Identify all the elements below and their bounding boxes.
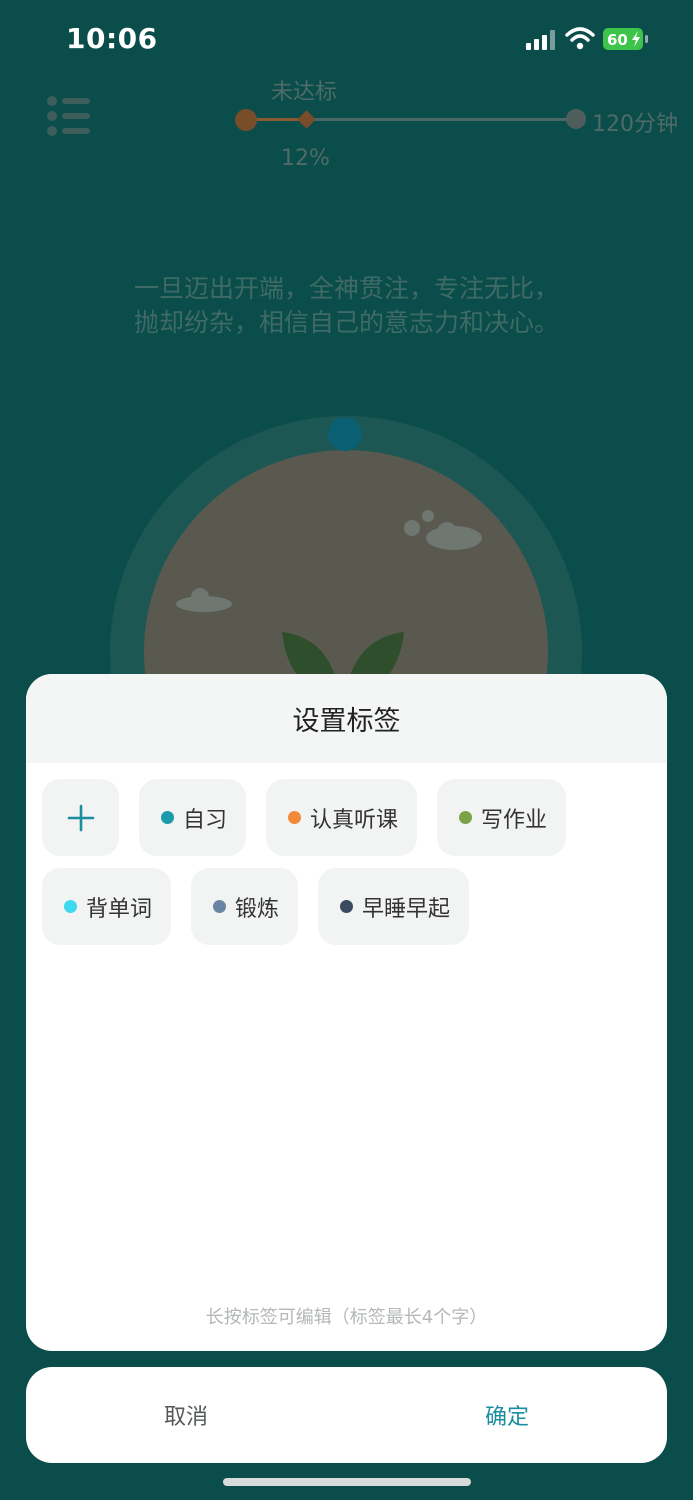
tag-item[interactable]: 自习 <box>139 779 247 856</box>
tag-color-dot <box>288 811 302 824</box>
tag-color-dot <box>161 811 174 824</box>
quote-line: 抛却纷杂，相信自己的意志力和决心。 <box>133 308 559 337</box>
wifi-icon <box>565 27 595 50</box>
modal-header: 设置标签 <box>26 674 667 763</box>
home-indicator[interactable] <box>223 1478 471 1486</box>
progress-marker <box>297 110 316 129</box>
tag-label: 认真听课 <box>310 807 399 833</box>
tag-label: 自习 <box>183 807 228 833</box>
tag-color-dot <box>459 811 473 824</box>
modal-hint: 长按标签可编辑（标签最长4个字） <box>205 1307 488 1328</box>
progress-target: 120分钟 <box>592 112 678 137</box>
cloud-icon <box>404 510 482 550</box>
status-bar: 10:06 60 <box>0 0 693 80</box>
cancel-button[interactable]: 取消 <box>26 1367 346 1463</box>
progress-percent: 12% <box>281 146 330 171</box>
battery-level: 60 <box>607 31 628 49</box>
cloud-icon <box>176 588 232 612</box>
add-tag-button[interactable] <box>42 779 119 856</box>
tag-item[interactable]: 早睡早起 <box>318 868 470 945</box>
tag-item[interactable]: 锻炼 <box>191 868 299 945</box>
tag-color-dot <box>213 900 227 913</box>
tag-settings-modal: 设置标签 自习 认真听课 写作业 背单词 锻炼 早睡早起 长按标签可编辑（标签最… <box>26 674 667 1351</box>
motivational-quote: 一旦迈出开端，全神贯注，专注无比， 抛却纷杂，相信自己的意志力和决心。 <box>0 272 693 340</box>
tag-list: 自习 认真听课 写作业 背单词 锻炼 早睡早起 <box>42 779 652 945</box>
tag-item[interactable]: 认真听课 <box>266 779 418 856</box>
daily-progress: 未达标 120分钟 12% <box>235 70 685 180</box>
timer-knob[interactable] <box>328 417 362 451</box>
menu-icon[interactable] <box>44 94 94 140</box>
progress-start-dot <box>235 109 257 131</box>
tag-color-dot <box>64 900 77 913</box>
tag-label: 锻炼 <box>235 896 280 922</box>
tag-label: 写作业 <box>481 807 548 833</box>
modal-title: 设置标签 <box>292 706 401 737</box>
tag-label: 早睡早起 <box>362 896 451 922</box>
action-bar: 取消 确定 <box>26 1367 667 1463</box>
tag-color-dot <box>340 900 354 913</box>
plus-icon <box>67 804 94 831</box>
battery-icon: 60 <box>603 28 649 50</box>
confirm-button[interactable]: 确定 <box>347 1367 667 1463</box>
quote-line: 一旦迈出开端，全神贯注，专注无比， <box>133 274 559 303</box>
tag-item[interactable]: 背单词 <box>42 868 172 945</box>
status-time: 10:06 <box>66 22 158 55</box>
tag-item[interactable]: 写作业 <box>437 779 567 856</box>
cellular-signal-icon <box>526 30 555 50</box>
progress-status: 未达标 <box>271 80 338 105</box>
tag-label: 背单词 <box>86 896 153 922</box>
progress-end-dot <box>566 109 586 129</box>
